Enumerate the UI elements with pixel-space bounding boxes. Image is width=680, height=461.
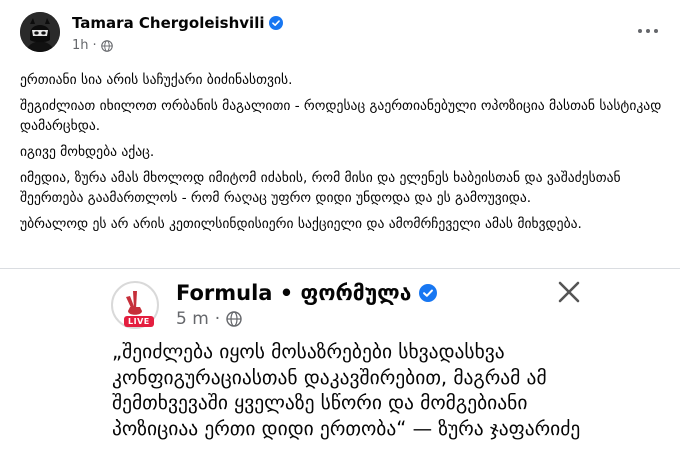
post-text: ერთიანი სია არის საჩუქარი ბიძინასთვის. შ…: [20, 70, 670, 240]
verified-badge-icon: [419, 284, 438, 302]
verified-badge-icon: [269, 16, 284, 30]
close-icon: [558, 281, 580, 303]
shared-page-name-row: Formula • ფორმულა: [176, 281, 438, 305]
author-name[interactable]: Tamara Chergoleishvili: [72, 14, 264, 32]
author-name-row: Tamara Chergoleishvili: [72, 14, 284, 32]
shared-screenshot[interactable]: LIVE Formula • ფორმულა 5 m · „შეიძლება ი…: [0, 268, 680, 461]
meta-separator: ·: [214, 309, 221, 329]
facebook-post-card: Tamara Chergoleishvili 1h · ერთიანი სია …: [0, 0, 680, 461]
post-paragraph: იგივე მოხდება აქაც.: [20, 144, 155, 160]
globe-icon: [226, 311, 242, 327]
shared-meta: 5 m ·: [176, 309, 242, 329]
shared-time: 5 m: [176, 309, 209, 329]
more-options-icon[interactable]: [638, 26, 662, 36]
post-paragraph: უბრალოდ ეს არ არის კეთილსინდისიერი საქცი…: [20, 216, 582, 232]
post-meta: 1h ·: [72, 38, 113, 53]
shared-quote: „შეიძლება იყოს მოსაზრებები სხვადასხვა კო…: [112, 340, 581, 440]
post-header: Tamara Chergoleishvili 1h ·: [20, 12, 670, 58]
post-paragraph: იმედია, ზურა ამას მხოლოდ იმიტომ იძახის, …: [20, 170, 621, 206]
avatar-image: [20, 12, 60, 52]
post-paragraph: ერთიანი სია არის საჩუქარი ბიძინასთვის.: [20, 72, 293, 88]
globe-icon[interactable]: [100, 39, 113, 52]
meta-separator: ·: [92, 38, 97, 53]
live-badge: LIVE: [124, 316, 154, 327]
avatar[interactable]: [20, 12, 60, 52]
shared-page-name: Formula • ფორმულა: [176, 281, 412, 305]
post-time[interactable]: 1h: [72, 38, 89, 53]
post-paragraph: შეგიძლიათ იხილოთ ორბანის მაგალითი - როდე…: [20, 98, 662, 134]
